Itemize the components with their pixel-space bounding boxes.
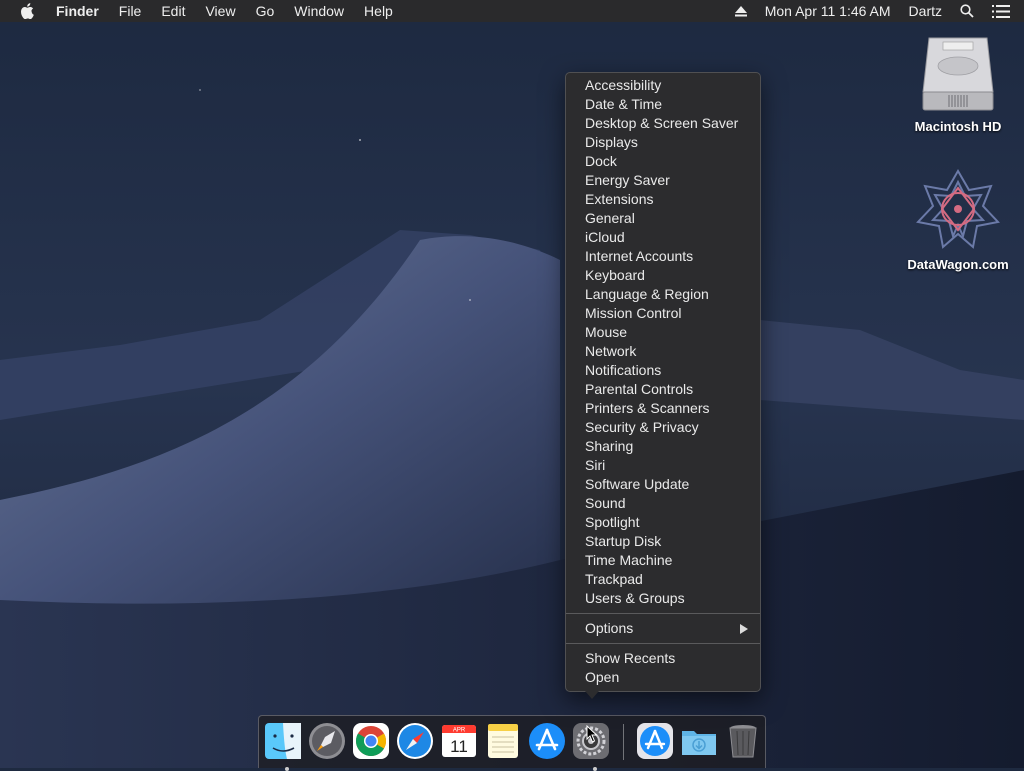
menu-bar: Finder File Edit View Go Window Help Mon…	[0, 0, 1024, 22]
chrome-icon	[351, 723, 391, 765]
menu-item-date-time[interactable]: Date & Time	[566, 95, 760, 114]
menu-item-displays[interactable]: Displays	[566, 133, 760, 152]
dock-app-store[interactable]	[527, 721, 567, 761]
desktop-icon-label: DataWagon.com	[907, 257, 1009, 272]
menu-separator	[566, 613, 760, 614]
menu-finder[interactable]: Finder	[50, 0, 109, 22]
safari-icon	[395, 723, 435, 765]
dock: APR 11	[258, 715, 766, 771]
menu-item-parental-controls[interactable]: Parental Controls	[566, 380, 760, 399]
dock-context-menu: Accessibility Date & Time Desktop & Scre…	[565, 72, 761, 692]
submenu-arrow-icon	[740, 624, 748, 634]
menu-item-spotlight[interactable]: Spotlight	[566, 513, 760, 532]
dock-trash[interactable]	[723, 721, 763, 761]
menu-item-language-region[interactable]: Language & Region	[566, 285, 760, 304]
menu-item-notifications[interactable]: Notifications	[566, 361, 760, 380]
menu-item-network[interactable]: Network	[566, 342, 760, 361]
calendar-day: 11	[450, 737, 468, 756]
calendar-icon: APR 11	[439, 725, 479, 765]
menu-item-internet-accounts[interactable]: Internet Accounts	[566, 247, 760, 266]
menu-file[interactable]: File	[109, 0, 152, 22]
menu-item-sound[interactable]: Sound	[566, 494, 760, 513]
menu-item-desktop-screen-saver[interactable]: Desktop & Screen Saver	[566, 114, 760, 133]
menu-item-software-update[interactable]: Software Update	[566, 475, 760, 494]
menu-item-sharing[interactable]: Sharing	[566, 437, 760, 456]
menu-item-time-machine[interactable]: Time Machine	[566, 551, 760, 570]
dock-downloads-folder[interactable]	[679, 721, 719, 761]
menu-item-security-privacy[interactable]: Security & Privacy	[566, 418, 760, 437]
menu-item-show-recents[interactable]: Show Recents	[566, 649, 760, 668]
menu-item-printers-scanners[interactable]: Printers & Scanners	[566, 399, 760, 418]
menu-item-options[interactable]: Options	[566, 619, 760, 638]
menu-item-accessibility[interactable]: Accessibility	[566, 76, 760, 95]
menu-item-trackpad[interactable]: Trackpad	[566, 570, 760, 589]
menu-item-extensions[interactable]: Extensions	[566, 190, 760, 209]
menu-item-siri[interactable]: Siri	[566, 456, 760, 475]
dock-finder[interactable]	[263, 721, 303, 771]
dock-chrome[interactable]	[351, 721, 391, 761]
menu-item-dock[interactable]: Dock	[566, 152, 760, 171]
menu-item-options-label: Options	[585, 620, 634, 636]
user-name[interactable]: Dartz	[900, 0, 951, 22]
menu-go[interactable]: Go	[246, 0, 285, 22]
menu-item-general[interactable]: General	[566, 209, 760, 228]
menu-help[interactable]: Help	[354, 0, 403, 22]
dock-app-store-download[interactable]	[635, 721, 675, 761]
apple-icon[interactable]	[20, 3, 36, 19]
menu-bar-status-area: Mon Apr 11 1:46 AM Dartz	[726, 0, 1024, 22]
menu-item-mission-control[interactable]: Mission Control	[566, 304, 760, 323]
desktop-icon-label: Macintosh HD	[914, 119, 1002, 134]
dock-calendar[interactable]: APR 11	[439, 721, 479, 761]
desktop-wallpaper	[0, 0, 1024, 768]
hard-drive-icon	[921, 37, 995, 116]
list-icon[interactable]	[983, 4, 1024, 18]
menu-item-icloud[interactable]: iCloud	[566, 228, 760, 247]
app-store-download-icon	[635, 723, 675, 765]
menu-edit[interactable]: Edit	[151, 0, 195, 22]
menu-view[interactable]: View	[195, 0, 245, 22]
dock-notes[interactable]	[483, 721, 523, 761]
dock-safari[interactable]	[395, 721, 435, 761]
calendar-month: APR	[453, 728, 466, 734]
trash-icon	[723, 725, 763, 765]
menu-item-users-groups[interactable]: Users & Groups	[566, 589, 760, 608]
menu-item-energy-saver[interactable]: Energy Saver	[566, 171, 760, 190]
desktop-icon-datawagon[interactable]: DataWagon.com	[903, 168, 1013, 272]
dock-divider	[623, 724, 624, 760]
context-menu-pointer	[585, 691, 599, 699]
menu-window[interactable]: Window	[284, 0, 354, 22]
dock-launchpad[interactable]	[307, 721, 347, 761]
launchpad-icon	[307, 723, 347, 765]
menu-item-keyboard[interactable]: Keyboard	[566, 266, 760, 285]
desktop-icon-macintosh-hd[interactable]: Macintosh HD	[903, 32, 1013, 134]
menu-item-startup-disk[interactable]: Startup Disk	[566, 532, 760, 551]
eject-icon[interactable]	[726, 5, 756, 17]
system-preferences-icon	[571, 723, 611, 765]
menu-separator	[566, 643, 760, 644]
finder-icon	[263, 723, 303, 765]
clock[interactable]: Mon Apr 11 1:46 AM	[756, 0, 900, 22]
notes-icon	[483, 724, 523, 765]
mouse-cursor-icon	[586, 724, 598, 748]
search-icon[interactable]	[951, 4, 983, 18]
downloads-folder-icon	[679, 731, 719, 765]
menu-item-mouse[interactable]: Mouse	[566, 323, 760, 342]
app-store-icon	[527, 723, 567, 765]
star-pattern-icon	[915, 169, 1001, 254]
menu-item-open[interactable]: Open	[566, 668, 760, 687]
